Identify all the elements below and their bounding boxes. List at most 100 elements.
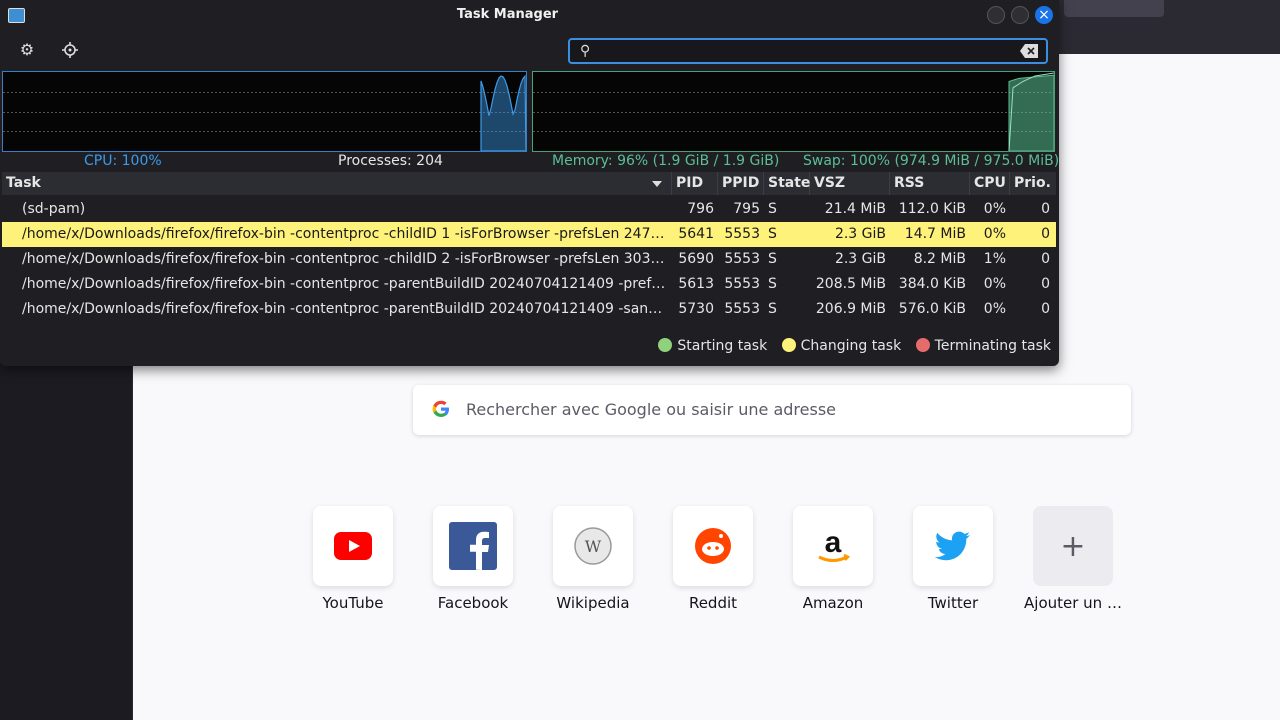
facebook-icon xyxy=(449,522,497,570)
cpu-usage-label: CPU: 100% xyxy=(84,153,162,169)
cell-task: /home/x/Downloads/firefox/firefox-bin -c… xyxy=(22,301,670,317)
cell-state: S xyxy=(768,251,777,267)
cell-pid: 5641 xyxy=(678,226,714,242)
cell-rss: 576.0 KiB xyxy=(898,301,966,317)
search-input[interactable] xyxy=(602,42,1006,62)
svg-text:W: W xyxy=(585,537,602,556)
close-icon: × xyxy=(1038,7,1050,23)
table-row[interactable]: /home/x/Downloads/firefox/firefox-bin -c… xyxy=(2,247,1056,272)
youtube-icon xyxy=(334,532,372,560)
shortcut-label: Ajouter un … xyxy=(1024,594,1122,612)
legend-starting: Starting task xyxy=(658,338,767,354)
cpu-graph-plot xyxy=(3,74,526,151)
new-tab-search-box[interactable]: Rechercher avec Google ou saisir une adr… xyxy=(413,385,1131,435)
column-header-priority[interactable]: Prio. xyxy=(1010,172,1056,195)
legend-terminating: Terminating task xyxy=(915,338,1051,354)
table-row[interactable]: /home/x/Downloads/firefox/firefox-bin -c… xyxy=(2,297,1056,322)
changing-dot-icon xyxy=(781,338,796,352)
column-header-task[interactable]: Task xyxy=(2,172,672,195)
shortcut-label: Reddit xyxy=(688,594,738,612)
shortcut-amazon[interactable]: a Amazon xyxy=(793,506,873,612)
legend-changing: Changing task xyxy=(781,338,902,354)
column-header-vsz[interactable]: VSZ xyxy=(810,172,890,195)
column-header-ppid[interactable]: PPID xyxy=(718,172,764,195)
column-header-state[interactable]: State xyxy=(764,172,810,195)
cell-rss: 112.0 KiB xyxy=(898,201,966,217)
cell-vsz: 2.3 GiB xyxy=(834,251,886,267)
shortcut-twitter[interactable]: Twitter xyxy=(913,506,993,612)
process-table: Task PID PPID State VSZ RSS CPU Prio. (s… xyxy=(2,172,1056,332)
settings-button[interactable]: ⚙ xyxy=(17,40,37,60)
select-window-button[interactable] xyxy=(60,40,80,60)
cell-state: S xyxy=(768,201,777,217)
table-row[interactable]: /home/x/Downloads/firefox/firefox-bin -c… xyxy=(2,272,1056,297)
cell-cpu: 0% xyxy=(983,226,1006,242)
cell-cpu: 0% xyxy=(983,301,1006,317)
search-icon: ⚲ xyxy=(580,43,591,59)
gear-icon: ⚙ xyxy=(19,40,35,59)
shortcut-label: Amazon xyxy=(802,594,864,612)
cell-cpu: 1% xyxy=(983,251,1006,267)
starting-dot-icon xyxy=(658,338,673,352)
column-header-rss[interactable]: RSS xyxy=(890,172,970,195)
table-header: Task PID PPID State VSZ RSS CPU Prio. xyxy=(2,172,1056,195)
plus-icon: + xyxy=(1060,528,1086,564)
twitter-icon xyxy=(935,531,970,561)
shortcut-label: Wikipedia xyxy=(556,594,630,612)
new-tab-search-placeholder: Rechercher avec Google ou saisir une adr… xyxy=(466,400,837,419)
table-row[interactable]: (sd-pam) 796 795 S 21.4 MiB 112.0 KiB 0% 0 xyxy=(2,197,1056,222)
table-row[interactable]: /home/x/Downloads/firefox/firefox-bin -c… xyxy=(2,222,1056,247)
cell-ppid: 5553 xyxy=(724,276,760,292)
cell-vsz: 2.3 GiB xyxy=(834,226,886,242)
search-field[interactable]: ⚲ xyxy=(568,38,1048,64)
cell-cpu: 0% xyxy=(983,276,1006,292)
cell-pid: 5613 xyxy=(678,276,714,292)
wikipedia-icon: W xyxy=(574,527,612,565)
legend-changing-label: Changing task xyxy=(800,338,902,354)
column-header-pid[interactable]: PID xyxy=(672,172,718,195)
shortcut-label: YouTube xyxy=(322,594,384,612)
legend-starting-label: Starting task xyxy=(677,338,768,354)
cell-state: S xyxy=(768,276,777,292)
cell-ppid: 5553 xyxy=(724,301,760,317)
reddit-icon xyxy=(695,528,731,564)
cell-prio: 0 xyxy=(1041,201,1050,217)
shortcut-youtube[interactable]: YouTube xyxy=(313,506,393,612)
svg-text:a: a xyxy=(825,526,842,559)
cell-state: S xyxy=(768,301,777,317)
cell-vsz: 206.9 MiB xyxy=(815,301,886,317)
shortcut-label: Twitter xyxy=(927,594,979,612)
cell-ppid: 795 xyxy=(733,201,760,217)
cell-cpu: 0% xyxy=(983,201,1006,217)
browser-urlbar[interactable] xyxy=(1064,0,1164,17)
close-button[interactable]: × xyxy=(1035,6,1053,24)
task-manager-window: Task Manager × ⚙ ⚲ CPU: 100% Processes: … xyxy=(0,0,1059,366)
cell-prio: 0 xyxy=(1041,276,1050,292)
cell-vsz: 208.5 MiB xyxy=(815,276,886,292)
legend: Starting task Changing task Terminating … xyxy=(648,338,1051,358)
shortcut-reddit[interactable]: Reddit xyxy=(673,506,753,612)
column-header-cpu[interactable]: CPU xyxy=(970,172,1010,195)
cpu-graph xyxy=(2,71,527,152)
terminating-dot-icon xyxy=(915,338,930,352)
clear-icon[interactable] xyxy=(1020,44,1038,58)
cell-ppid: 5553 xyxy=(724,226,760,242)
cell-task: /home/x/Downloads/firefox/firefox-bin -c… xyxy=(22,276,670,292)
google-icon xyxy=(432,400,449,417)
cell-prio: 0 xyxy=(1041,251,1050,267)
shortcut-wikipedia[interactable]: W Wikipedia xyxy=(553,506,633,612)
maximize-button[interactable] xyxy=(1011,6,1029,24)
cell-state: S xyxy=(768,226,777,242)
cell-rss: 384.0 KiB xyxy=(898,276,966,292)
cell-task: /home/x/Downloads/firefox/firefox-bin -c… xyxy=(22,251,670,267)
shortcut-add[interactable]: + Ajouter un … xyxy=(1024,506,1122,612)
minimize-button[interactable] xyxy=(987,6,1005,24)
memory-graph xyxy=(532,71,1055,152)
sort-descending-icon xyxy=(652,181,662,187)
title-bar[interactable]: Task Manager × xyxy=(0,0,1059,30)
cell-pid: 5730 xyxy=(678,301,714,317)
cell-pid: 5690 xyxy=(678,251,714,267)
crosshair-icon xyxy=(62,42,78,58)
amazon-icon: a xyxy=(818,526,851,562)
shortcut-facebook[interactable]: Facebook xyxy=(433,506,513,612)
